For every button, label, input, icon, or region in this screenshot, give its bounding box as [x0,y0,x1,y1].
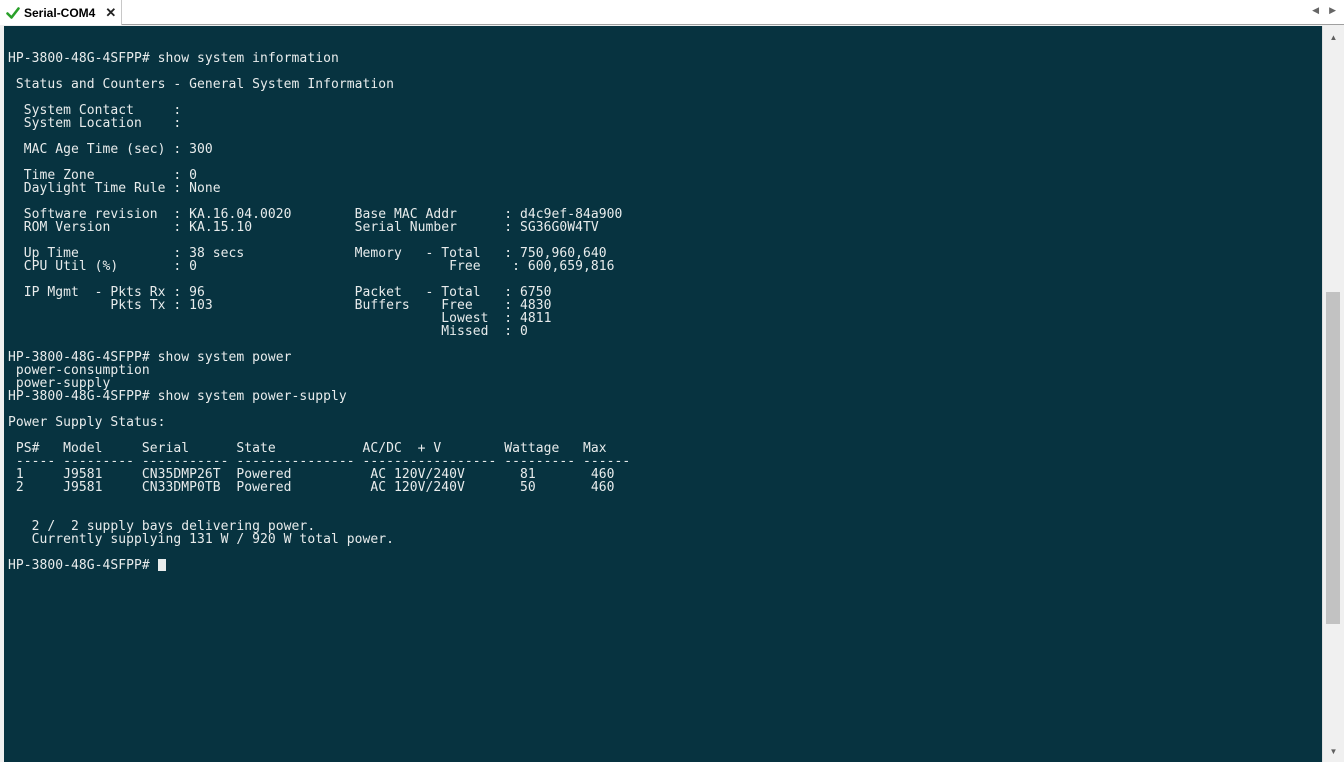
terminal-line: Currently supplying 131 W / 920 W total … [31,532,394,547]
tab-bar: Serial-COM4 ✕ ◀ ▶ [0,0,1344,25]
terminal-window[interactable]: HP-3800-48G-4SFPP# show system informati… [4,26,1322,762]
scroll-down-icon[interactable]: ▼ [1323,742,1344,760]
terminal-line: HP-3800-48G-4SFPP# show system power-sup… [8,389,347,404]
terminal-prompt: HP-3800-48G-4SFPP# [8,558,158,573]
terminal-line: CPU Util (%) : 0 Free : 600,659,816 [23,259,615,274]
terminal-line: Status and Counters - General System Inf… [15,77,394,92]
scroll-thumb[interactable] [1326,292,1340,624]
terminal-cursor [157,559,166,571]
tab-prev-icon[interactable]: ◀ [1312,5,1319,16]
terminal-text: HP-3800-48G-4SFPP# show system informati… [8,51,630,547]
tab-navigation: ◀ ▶ [1312,5,1336,16]
terminal-line: Missed : 0 [441,324,528,339]
terminal-line: HP-3800-48G-4SFPP# show system informati… [8,51,339,66]
close-icon[interactable]: ✕ [105,5,116,21]
terminal-output: HP-3800-48G-4SFPP# show system informati… [8,52,630,572]
vertical-scrollbar[interactable]: ▲ ▼ [1322,26,1344,762]
scroll-up-icon[interactable]: ▲ [1323,28,1344,46]
tab-serial-com4[interactable]: Serial-COM4 ✕ [0,0,122,25]
terminal-line: System Location : [23,116,182,131]
terminal-line: 2 J9581 CN33DMP0TB Powered AC 120V/240V … [15,480,615,495]
checkmark-icon [6,6,20,19]
terminal-line: Power Supply Status: [8,415,166,430]
terminal-line: ROM Version : KA.15.10 Serial Number : S… [23,220,599,235]
tab-next-icon[interactable]: ▶ [1329,5,1336,16]
terminal-line: Daylight Time Rule : None [23,181,221,196]
tab-title: Serial-COM4 [24,5,96,20]
terminal-line: MAC Age Time (sec) : 300 [23,142,213,157]
